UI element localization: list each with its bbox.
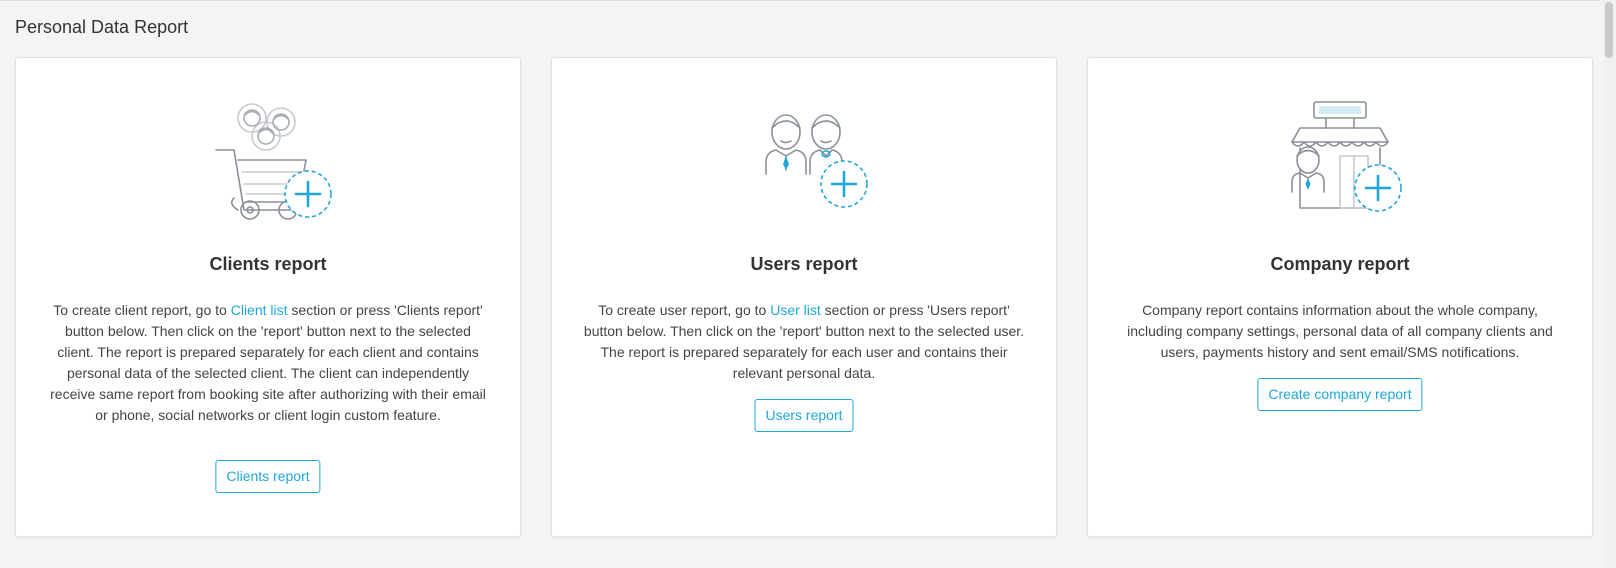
clients-report-description: To create client report, go to Client li… (46, 300, 490, 426)
clients-report-card: Clients report To create client report, … (15, 57, 521, 537)
users-report-button[interactable]: Users report (754, 399, 854, 432)
desc-text: To create user report, go to (598, 302, 771, 318)
users-report-card: Users report To create user report, go t… (551, 57, 1057, 537)
vertical-scrollbar[interactable] (1603, 0, 1616, 568)
users-report-description: To create user report, go to User list s… (582, 300, 1026, 384)
client-list-link[interactable]: Client list (231, 302, 288, 318)
shopping-cart-with-people-add-icon (16, 98, 520, 228)
users-report-title: Users report (750, 254, 858, 274)
company-report-title: Company report (1270, 254, 1410, 274)
store-with-user-add-icon (1088, 98, 1592, 228)
desc-text: To create client report, go to (53, 302, 231, 318)
two-users-add-icon (552, 98, 1056, 228)
report-cards: Clients report To create client report, … (15, 57, 1593, 537)
create-company-report-button[interactable]: Create company report (1257, 378, 1423, 411)
user-list-link[interactable]: User list (770, 302, 821, 318)
desc-text: section or press 'Clients report' button… (50, 302, 486, 423)
company-report-description: Company report contains information abou… (1127, 302, 1553, 360)
clients-report-title: Clients report (209, 254, 327, 274)
company-report-card: Company report Company report contains i… (1087, 57, 1593, 537)
clients-report-button[interactable]: Clients report (215, 460, 321, 493)
page-title: Personal Data Report (15, 17, 189, 37)
scrollbar-thumb[interactable] (1605, 2, 1613, 58)
top-divider (0, 0, 1600, 1)
